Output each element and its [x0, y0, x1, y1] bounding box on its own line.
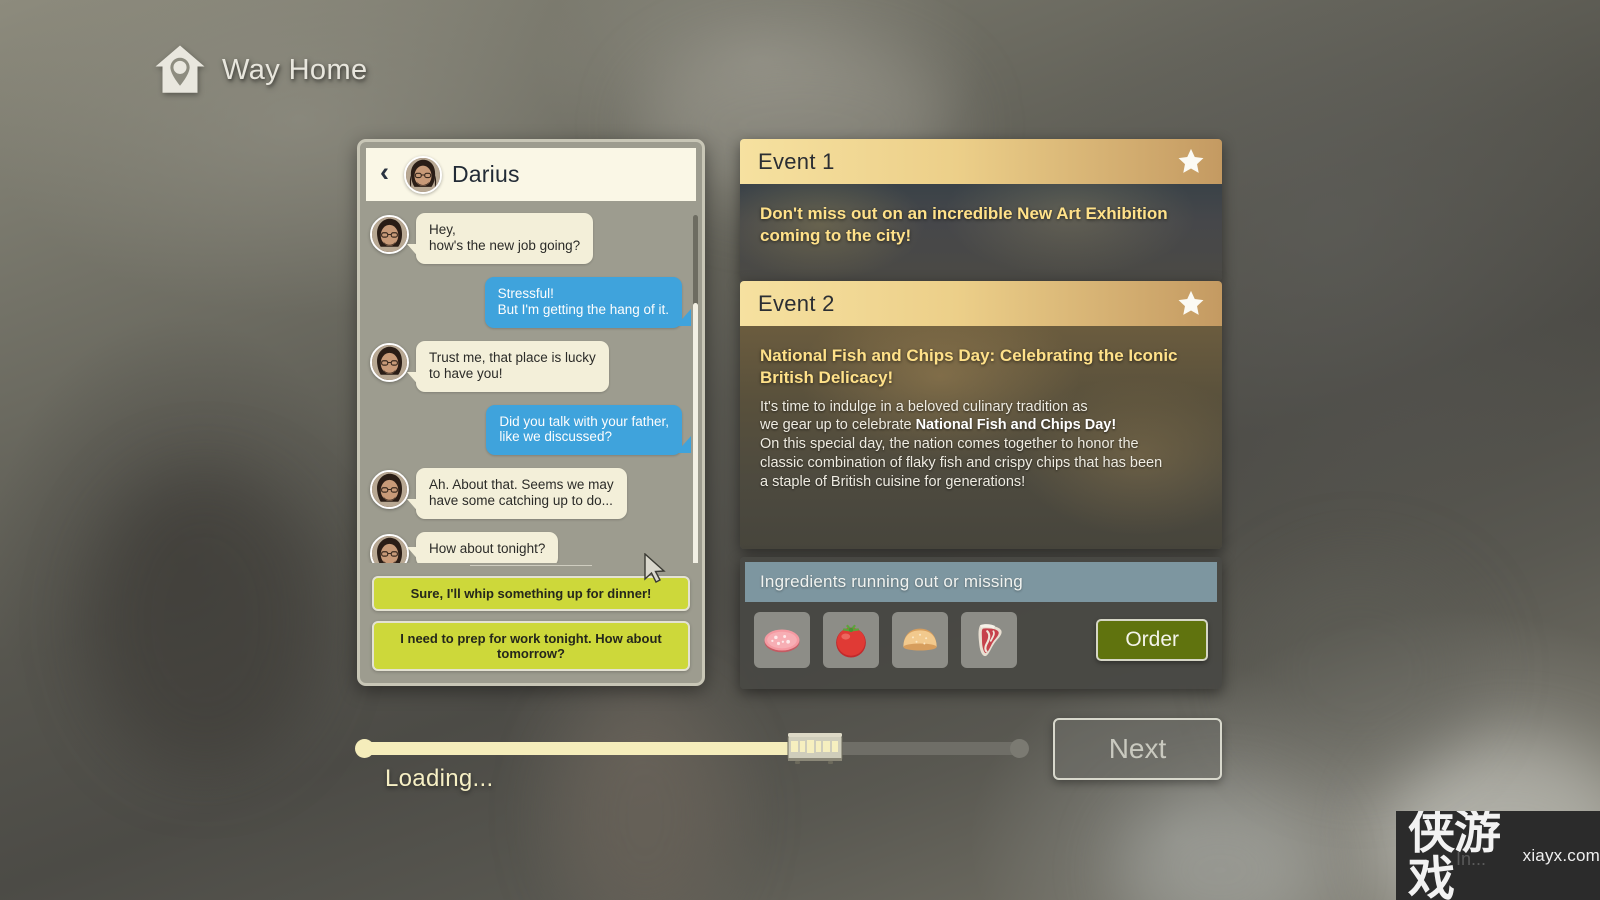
- message-bubble: Trust me, that place is lucky to have yo…: [407, 340, 609, 392]
- chevron-left-icon[interactable]: ‹: [378, 159, 394, 190]
- progress-cap-right: [1010, 739, 1029, 758]
- chat-scrollbar-thumb[interactable]: [693, 303, 698, 563]
- message-bubble: Stressful! But I'm getting the hang of i…: [484, 276, 692, 328]
- event-2-desc-post: On this special day, the nation comes to…: [760, 436, 1163, 491]
- message-row: Trust me, that place is lucky to have yo…: [370, 340, 686, 392]
- contact-name: Darius: [452, 161, 520, 187]
- house-pin-icon: [152, 42, 208, 98]
- ingredients-row: Order: [740, 602, 1222, 668]
- ingredient-slot[interactable]: [754, 612, 810, 668]
- reply-options: Sure, I'll whip something up for dinner!…: [360, 576, 702, 683]
- ingredients-panel: Ingredients running out or missing Order: [740, 557, 1222, 689]
- star-icon[interactable]: [1176, 147, 1206, 176]
- message-bubble: Did you talk with your father, like we d…: [486, 404, 691, 456]
- event-2-body: National Fish and Chips Day: Celebrating…: [740, 326, 1222, 549]
- message-bubble: How about tonight?: [406, 532, 559, 563]
- message-avatar: [370, 215, 409, 254]
- event-1-header: Event 1: [740, 139, 1222, 184]
- message-row: How about tonight?: [370, 532, 686, 563]
- event-1-headline: Don't miss out on an incredible New Art …: [760, 204, 1168, 245]
- mouse-cursor: [644, 553, 666, 583]
- contact-avatar: [404, 155, 442, 194]
- event-2-desc-bold: National Fish and Chips Day!: [915, 417, 1117, 434]
- message-row: Did you talk with your father, like we d…: [370, 404, 691, 456]
- event-2-label: Event 2: [758, 290, 835, 316]
- watermark-right: xiayx.com: [1523, 846, 1600, 866]
- progress-bar[interactable]: [355, 733, 1029, 764]
- message-avatar: [370, 534, 409, 563]
- ingredient-slot[interactable]: [823, 612, 879, 668]
- event-2-header: Event 2: [740, 281, 1222, 326]
- star-icon[interactable]: [1176, 289, 1206, 318]
- loading-label: Loading...: [385, 765, 494, 792]
- divider: [470, 565, 592, 566]
- bread-bun-icon: [903, 628, 937, 651]
- salami-slice-icon: [764, 629, 800, 653]
- next-button[interactable]: Next: [1053, 718, 1222, 780]
- watermark-domain: xiayx.com: [1522, 845, 1600, 865]
- message-avatar: [370, 470, 409, 510]
- message-list: Hey, how's the new job going? Stressful!…: [360, 201, 702, 563]
- event-1-body: Don't miss out on an incredible New Art …: [740, 184, 1222, 281]
- app-logo: Way Home: [152, 42, 368, 98]
- reply-option-2[interactable]: I need to prep for work tonight. How abo…: [372, 621, 690, 671]
- train-icon: [787, 733, 843, 764]
- ingredient-slot[interactable]: [961, 612, 1017, 668]
- next-button-label: Next: [1108, 733, 1167, 764]
- ingredients-header: Ingredients running out or missing: [745, 562, 1217, 602]
- message-avatar: [370, 342, 409, 382]
- chat-panel: ‹ Darius Hey, how's the new job going? S…: [357, 139, 705, 686]
- event-card-1[interactable]: Event 1 Don't miss out on an incredible …: [740, 139, 1222, 281]
- event-1-label: Event 1: [758, 148, 835, 174]
- event-card-2[interactable]: Event 2 National Fish and Chips Day: Cel…: [740, 281, 1222, 549]
- order-button[interactable]: Order: [1096, 619, 1208, 661]
- message-row: Hey, how's the new job going?: [370, 213, 686, 264]
- message-bubble: Ah. About that. Seems we may have some c…: [407, 468, 627, 520]
- event-2-headline: National Fish and Chips Day: Celebrating…: [760, 346, 1178, 387]
- app-title: Way Home: [222, 53, 368, 86]
- chat-scrollbar[interactable]: [693, 215, 698, 563]
- chat-header: ‹ Darius: [366, 148, 696, 201]
- ingredients-title: Ingredients running out or missing: [760, 572, 1023, 591]
- event-2-description: It's time to indulge in a beloved culina…: [760, 398, 1202, 493]
- meat-steak-icon: [978, 624, 1002, 657]
- message-row: Stressful! But I'm getting the hang of i…: [370, 276, 692, 328]
- watermark-ghost-text: In...: [1456, 849, 1487, 869]
- ingredient-slot[interactable]: [892, 612, 948, 668]
- message-row: Ah. About that. Seems we may have some c…: [370, 468, 686, 520]
- tomato-icon: [836, 624, 866, 658]
- progress-fill: [357, 742, 820, 755]
- watermark: In... 侠游戏 xiayx.com: [1396, 811, 1600, 900]
- message-bubble: Hey, how's the new job going?: [406, 213, 594, 264]
